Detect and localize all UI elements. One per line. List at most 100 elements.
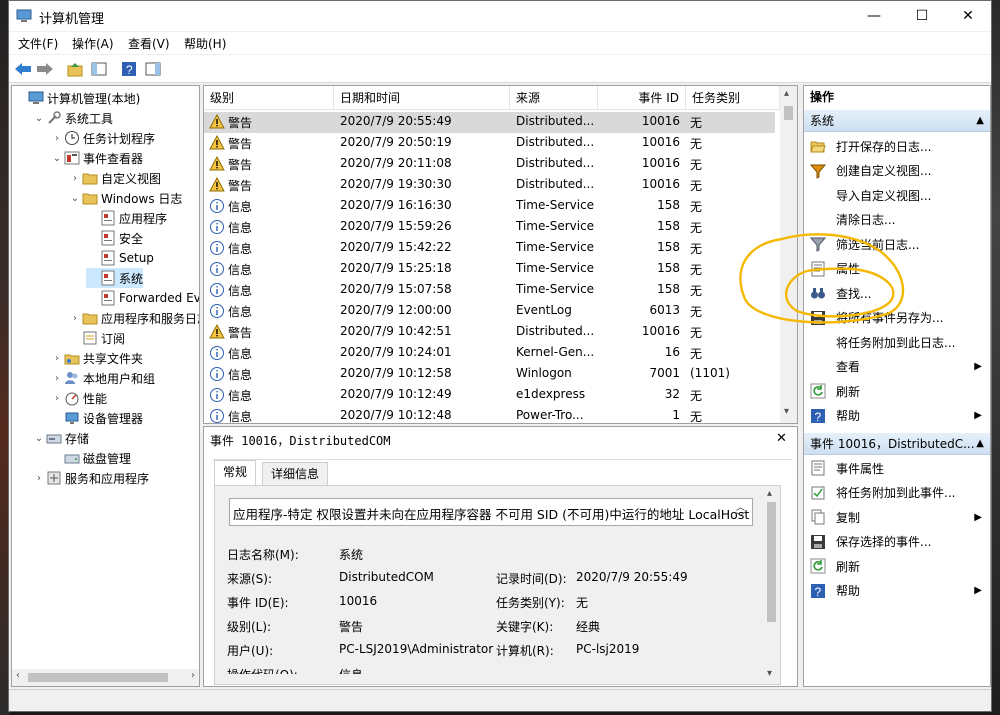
event-description[interactable]: 应用程序-特定 权限设置并未向在应用程序容器 不可用 SID (不可用)中运行的… <box>229 498 753 526</box>
detail-vertical-scrollbar[interactable]: ▴ ▾ <box>763 486 780 684</box>
tree-item-17[interactable]: ⌄ 存储 <box>32 428 89 448</box>
actions-section-event[interactable]: 事件 10016，DistributedC... ▲ <box>804 433 990 455</box>
user-label: 用户(U): <box>227 644 274 658</box>
tree-item-3[interactable]: ⌄ 事件查看器 <box>50 148 143 168</box>
show-hide-action-pane-button[interactable] <box>143 59 163 79</box>
event-row[interactable]: 信息 2020/7/9 16:16:30 Time-Service 158 无 <box>204 196 775 217</box>
tree-item-1[interactable]: ⌄ 系统工具 <box>32 108 113 128</box>
tree-item-16[interactable]: 设备管理器 <box>50 408 143 428</box>
event-row[interactable]: 信息 2020/7/9 10:24:01 Kernel-Gen... 16 无 <box>204 343 775 364</box>
event-list-scroll-thumb[interactable] <box>784 106 793 120</box>
tree-item-0[interactable]: 计算机管理(本地) <box>14 88 140 108</box>
event-row[interactable]: 信息 2020/7/9 15:07:58 Time-Service 158 无 <box>204 280 775 301</box>
action-item[interactable]: 查看 ▶ <box>804 355 990 379</box>
action-item[interactable]: 导入自定义视图... <box>804 183 990 207</box>
action-item[interactable]: ? 帮助 ▶ <box>804 579 990 603</box>
collapsed-chevron-icon[interactable]: › <box>50 393 64 404</box>
column-event-id[interactable]: 事件 ID <box>598 86 686 110</box>
action-item[interactable]: ? 帮助 ▶ <box>804 404 990 428</box>
expanded-chevron-icon[interactable]: ⌄ <box>32 433 46 444</box>
column-source[interactable]: 来源 <box>510 86 598 110</box>
menu-action[interactable]: 操作(A) <box>72 35 114 52</box>
menu-file[interactable]: 文件(F) <box>18 35 58 52</box>
collapsed-chevron-icon[interactable]: › <box>50 373 64 384</box>
action-item[interactable]: 打开保存的日志... <box>804 134 990 158</box>
column-task-category[interactable]: 任务类别 <box>686 86 780 110</box>
tree-item-label: 设备管理器 <box>83 411 144 426</box>
action-item[interactable]: 将所有事件另存为... <box>804 306 990 330</box>
back-button[interactable] <box>13 59 33 79</box>
event-row[interactable]: 警告 2020/7/9 20:11:08 Distributed... 10016 无 <box>204 154 775 175</box>
action-item[interactable]: 创建自定义视图... <box>804 159 990 183</box>
event-list-vertical-scrollbar[interactable]: ▴ ▾ <box>780 86 797 423</box>
action-item[interactable]: 保存选择的事件... <box>804 530 990 554</box>
up-level-button[interactable] <box>65 59 85 79</box>
tree-item-10[interactable]: Forwarded Eve <box>86 288 199 308</box>
close-button[interactable]: ✕ <box>945 1 991 31</box>
minimize-button[interactable]: — <box>851 1 897 31</box>
actions-section-system[interactable]: 系统 ▲ <box>804 110 990 132</box>
action-item[interactable]: 刷新 <box>804 554 990 578</box>
collapsed-chevron-icon[interactable]: › <box>32 473 46 484</box>
tree-horizontal-scrollbar[interactable]: ‹ › <box>12 669 199 686</box>
expanded-chevron-icon[interactable]: ⌄ <box>32 113 46 124</box>
tree-item-19[interactable]: › 服务和应用程序 <box>32 468 149 488</box>
event-row[interactable]: 信息 2020/7/9 15:25:18 Time-Service 158 无 <box>204 259 775 280</box>
action-item[interactable]: 复制 ▶ <box>804 505 990 529</box>
detail-scroll-thumb[interactable] <box>767 502 776 622</box>
tree-item-4[interactable]: › 自定义视图 <box>68 168 161 188</box>
storage-icon <box>46 430 62 446</box>
event-row[interactable]: 警告 2020/7/9 19:30:30 Distributed... 10016 无 <box>204 175 775 196</box>
maximize-button[interactable]: ☐ <box>899 1 945 31</box>
tree-item-6[interactable]: 应用程序 <box>86 208 167 228</box>
tree-item-8[interactable]: Setup <box>86 248 154 268</box>
collapsed-chevron-icon[interactable]: › <box>50 133 64 144</box>
tree-item-5[interactable]: ⌄ Windows 日志 <box>68 188 183 208</box>
close-detail-icon[interactable]: ✕ <box>776 431 787 446</box>
action-item[interactable]: 刷新 <box>804 379 990 403</box>
clock-icon <box>64 130 80 146</box>
tab-details[interactable]: 详细信息 <box>262 462 329 486</box>
tree-item-9[interactable]: 系统 <box>86 268 144 288</box>
tree-item-11[interactable]: › 应用程序和服务日志 <box>68 308 199 328</box>
description-scroll-icon[interactable]: ︿ ﹀ <box>736 503 745 523</box>
collapsed-chevron-icon[interactable]: › <box>68 313 82 324</box>
collapsed-chevron-icon[interactable]: › <box>50 353 64 364</box>
action-item[interactable]: 属性 <box>804 257 990 281</box>
tree-item-18[interactable]: 磁盘管理 <box>50 448 131 468</box>
forward-button[interactable] <box>35 59 55 79</box>
event-row[interactable]: 信息 2020/7/9 10:12:58 Winlogon 7001 (1101) <box>204 364 775 385</box>
event-row[interactable]: 信息 2020/7/9 10:12:49 e1dexpress 32 无 <box>204 385 775 406</box>
action-item[interactable]: 清除日志... <box>804 208 990 232</box>
action-item[interactable]: 事件属性 <box>804 456 990 480</box>
collapsed-chevron-icon[interactable]: › <box>68 173 82 184</box>
tree-scroll-thumb[interactable] <box>28 673 168 682</box>
action-item[interactable]: 查找... <box>804 281 990 305</box>
action-item[interactable]: 将任务附加到此日志... <box>804 330 990 354</box>
column-level[interactable]: 级别 <box>204 86 334 110</box>
event-datetime: 2020/7/9 15:25:18 <box>340 261 452 275</box>
event-row[interactable]: 警告 2020/7/9 20:55:49 Distributed... 10016 无 <box>204 112 775 133</box>
help-toolbar-button[interactable]: ? <box>119 59 139 79</box>
show-hide-console-tree-button[interactable] <box>89 59 109 79</box>
event-row[interactable]: 信息 2020/7/9 12:00:00 EventLog 6013 无 <box>204 301 775 322</box>
tree-item-7[interactable]: 安全 <box>86 228 143 248</box>
tree-item-2[interactable]: › 任务计划程序 <box>50 128 155 148</box>
expanded-chevron-icon[interactable]: ⌄ <box>50 153 64 164</box>
tree-item-12[interactable]: 订阅 <box>68 328 125 348</box>
menu-help[interactable]: 帮助(H) <box>184 35 226 52</box>
expanded-chevron-icon[interactable]: ⌄ <box>68 193 82 204</box>
action-item[interactable]: 将任务附加到此事件... <box>804 481 990 505</box>
event-row[interactable]: 警告 2020/7/9 10:42:51 Distributed... 10016 无 <box>204 322 775 343</box>
tree-item-13[interactable]: › 共享文件夹 <box>50 348 143 368</box>
tab-general[interactable]: 常规 <box>214 460 257 486</box>
menu-view[interactable]: 查看(V) <box>128 35 170 52</box>
event-row[interactable]: 信息 2020/7/9 15:42:22 Time-Service 158 无 <box>204 238 775 259</box>
event-row[interactable]: 信息 2020/7/9 15:59:26 Time-Service 158 无 <box>204 217 775 238</box>
column-datetime[interactable]: 日期和时间 <box>334 86 510 110</box>
tree-item-15[interactable]: › 性能 <box>50 388 107 408</box>
event-row[interactable]: 信息 2020/7/9 10:12:48 Power-Tro... 1 无 <box>204 406 775 423</box>
event-row[interactable]: 警告 2020/7/9 20:50:19 Distributed... 10016 无 <box>204 133 775 154</box>
tree-item-14[interactable]: › 本地用户和组 <box>50 368 155 388</box>
action-item[interactable]: 筛选当前日志... <box>804 232 990 256</box>
